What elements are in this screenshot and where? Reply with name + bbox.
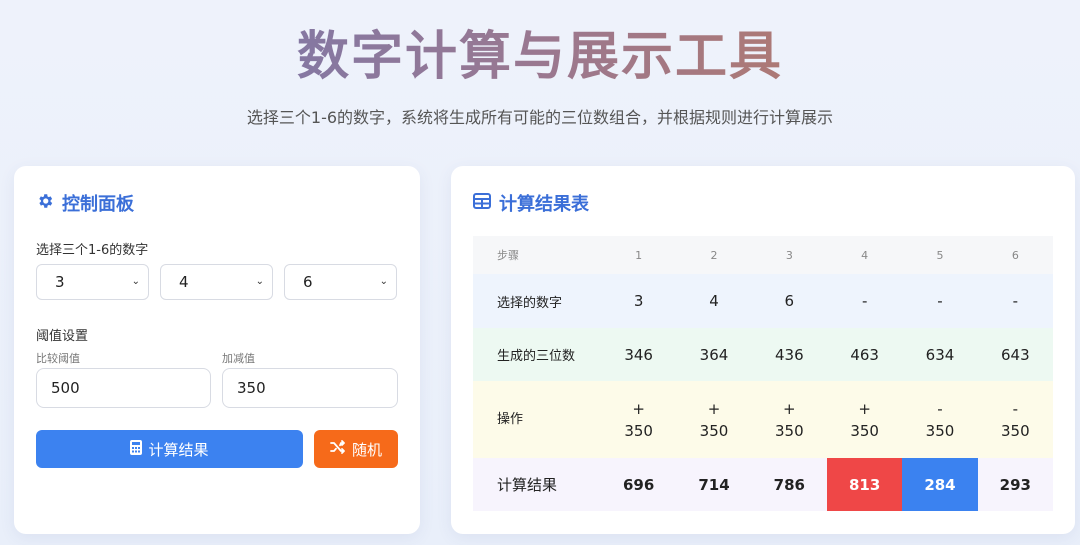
results-panel-title-text: 计算结果表 — [499, 194, 589, 215]
row-label: 操作 — [473, 381, 601, 458]
control-panel-title: 控制面板 — [36, 190, 134, 216]
op-value: 350 — [775, 421, 804, 440]
result-cell: 293 — [977, 458, 1053, 511]
results-panel: 计算结果表 步骤 1 2 3 4 5 6 选择的数字 3 4 6 - - - 生… — [451, 166, 1075, 534]
op-sign: - — [937, 399, 943, 418]
table-cell: - 350 — [977, 381, 1053, 458]
op-sign: + — [858, 399, 871, 418]
number-select-1[interactable]: 3 ⌄ — [36, 264, 149, 300]
number-select-3-value: 6 — [303, 273, 313, 291]
result-cell: 714 — [676, 458, 752, 511]
table-cell: 463 — [826, 328, 903, 381]
chevron-down-icon: ⌄ — [131, 276, 140, 287]
result-cell: 696 — [601, 458, 677, 511]
table-cell: 643 — [977, 328, 1053, 381]
op-value: 350 — [850, 421, 879, 440]
calculate-button[interactable]: 计算结果 — [36, 430, 303, 468]
page-subtitle: 选择三个1-6的数字，系统将生成所有可能的三位数组合，并根据规则进行计算展示 — [246, 108, 834, 127]
random-button-label: 随机 — [351, 440, 382, 459]
table-row: 操作 +350 +350 +350 +350 - 350 - 350 — [473, 381, 1053, 458]
table-cell: - — [977, 274, 1053, 328]
page-title: 数字计算与展示工具 — [0, 14, 1080, 89]
header-col-6: 6 — [977, 236, 1053, 274]
table-cell: +350 — [751, 381, 827, 458]
calculate-button-label: 计算结果 — [148, 440, 209, 459]
calculator-icon — [130, 439, 143, 459]
random-button[interactable]: 随机 — [314, 430, 398, 468]
header-col-1: 1 — [601, 236, 677, 274]
result-cell-highlight-red: 813 — [826, 458, 903, 511]
table-cell: 346 — [601, 328, 677, 381]
op-sign: + — [783, 399, 796, 418]
number-select-2[interactable]: 4 ⌄ — [160, 264, 273, 300]
number-select-1-value: 3 — [55, 273, 65, 291]
compare-threshold-label: 比较阈值 — [36, 352, 80, 365]
results-panel-title: 计算结果表 — [473, 190, 589, 216]
op-sign: + — [632, 399, 645, 418]
table-cell: +350 — [676, 381, 752, 458]
table-row: 计算结果 696 714 786 813 284 293 — [473, 458, 1053, 511]
table-header-row: 步骤 1 2 3 4 5 6 — [473, 236, 1053, 274]
row-label: 选择的数字 — [473, 274, 601, 328]
table-cell: - 350 — [902, 381, 978, 458]
result-cell: 786 — [751, 458, 827, 511]
row-label: 计算结果 — [473, 458, 601, 511]
op-value: 350 — [624, 421, 653, 440]
row-label: 生成的三位数 — [473, 328, 601, 381]
op-value: 350 — [699, 421, 729, 440]
threshold-label: 阈值设置 — [36, 329, 89, 344]
table-cell: 3 — [601, 274, 677, 328]
select-label: 选择三个1-6的数字 — [36, 243, 149, 258]
table-icon — [473, 192, 491, 214]
op-value: 350 — [1001, 421, 1030, 440]
gear-icon — [36, 192, 54, 215]
control-panel: 控制面板 选择三个1-6的数字 3 ⌄ 4 ⌄ 6 ⌄ 阈值设置 比较阈值 加减… — [14, 166, 420, 534]
op-sign: - — [1012, 399, 1019, 418]
control-panel-title-text: 控制面板 — [62, 194, 134, 215]
header-step: 步骤 — [473, 236, 601, 274]
table-cell: 6 — [751, 274, 827, 328]
table-row: 生成的三位数 346 364 436 463 634 643 — [473, 328, 1053, 381]
table-cell: 4 — [676, 274, 752, 328]
shuffle-icon — [330, 440, 346, 458]
table-cell: +350 — [826, 381, 903, 458]
addsub-value-input[interactable]: 350 — [222, 368, 398, 408]
addsub-value-label: 加减值 — [222, 352, 255, 365]
number-select-3[interactable]: 6 ⌄ — [284, 264, 397, 300]
header-col-3: 3 — [751, 236, 827, 274]
table-row: 选择的数字 3 4 6 - - - — [473, 274, 1053, 328]
results-table: 步骤 1 2 3 4 5 6 选择的数字 3 4 6 - - - 生成的三位数 … — [473, 236, 1053, 511]
chevron-down-icon: ⌄ — [379, 276, 388, 287]
header-col-2: 2 — [676, 236, 752, 274]
table-cell: 364 — [676, 328, 752, 381]
table-cell: - — [826, 274, 903, 328]
header-col-4: 4 — [826, 236, 903, 274]
chevron-down-icon: ⌄ — [255, 276, 264, 287]
table-cell: 634 — [902, 328, 978, 381]
table-cell: 436 — [751, 328, 827, 381]
result-cell-highlight-blue: 284 — [902, 458, 978, 511]
number-select-2-value: 4 — [179, 273, 189, 291]
op-value: 350 — [925, 421, 955, 440]
header-col-5: 5 — [902, 236, 978, 274]
op-sign: + — [707, 399, 721, 418]
table-cell: - — [902, 274, 978, 328]
compare-threshold-input[interactable]: 500 — [36, 368, 211, 408]
table-cell: +350 — [601, 381, 677, 458]
